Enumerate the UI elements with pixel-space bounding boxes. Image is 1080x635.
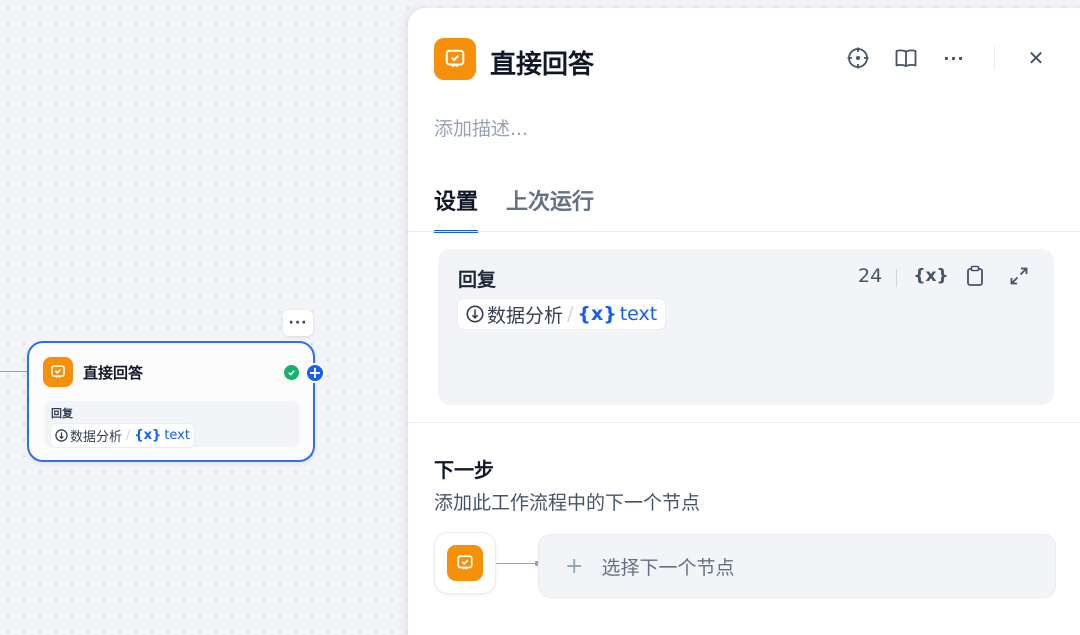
- more-icon[interactable]: ···: [940, 44, 968, 72]
- node-header: 直接回答: [43, 357, 143, 387]
- node-settings-panel: 直接回答 ··· ✕ 添加描述... 设置 上次运行 回复 24 {x} 数据分…: [408, 8, 1080, 635]
- reply-chip-separator: /: [567, 303, 574, 325]
- tab-settings[interactable]: 设置: [434, 184, 479, 233]
- answer-node-icon: [447, 545, 483, 581]
- code-node-icon: [466, 305, 484, 323]
- next-step-description: 添加此工作流程中的下一个节点: [434, 492, 701, 514]
- answer-node[interactable]: 直接回答 + 回复 数据分析 / {x} text: [27, 341, 325, 462]
- reply-chip-source: 数据分析: [487, 304, 564, 327]
- close-icon[interactable]: ✕: [1022, 44, 1050, 72]
- more-label: ···: [943, 48, 965, 68]
- next-step-title: 下一步: [434, 458, 494, 482]
- locate-icon[interactable]: [844, 44, 872, 72]
- answer-node-icon: [43, 357, 73, 387]
- node-more-button[interactable]: ···: [283, 310, 313, 336]
- variable-icon: {x}: [577, 303, 617, 325]
- variable-icon: {x}: [134, 428, 162, 443]
- copy-icon[interactable]: [960, 261, 990, 291]
- node-chip-variable: text: [164, 428, 190, 443]
- insert-variable-button[interactable]: {x}: [913, 261, 949, 291]
- reply-toolbar-divider: [896, 269, 897, 287]
- reply-variable-chip[interactable]: 数据分析 / {x} text: [458, 299, 666, 329]
- panel-answer-icon: [434, 38, 476, 80]
- node-reply-label: 回复: [51, 407, 73, 420]
- tab-last-run[interactable]: 上次运行: [506, 184, 594, 233]
- description-input[interactable]: 添加描述...: [434, 114, 528, 141]
- panel-title[interactable]: 直接回答: [490, 44, 594, 81]
- reply-editor[interactable]: 回复 24 {x} 数据分析 / {x} text: [438, 249, 1054, 405]
- toolbar-divider: [994, 46, 995, 70]
- tabs-divider: [408, 231, 1080, 232]
- char-count: 24: [858, 265, 883, 287]
- reply-label: 回复: [458, 269, 497, 291]
- variable-icon: {x}: [913, 266, 949, 286]
- incoming-edge: [0, 371, 27, 372]
- add-next-node-button[interactable]: +: [305, 363, 325, 383]
- plus-icon: +: [565, 553, 584, 579]
- current-node-thumbnail: [434, 532, 496, 594]
- close-label: ✕: [1027, 46, 1045, 70]
- expand-icon[interactable]: [1004, 261, 1034, 291]
- docs-icon[interactable]: [892, 44, 920, 72]
- node-title: 直接回答: [83, 363, 144, 382]
- section-divider: [408, 422, 1080, 423]
- success-check-icon: [284, 365, 299, 380]
- code-node-icon: [55, 429, 68, 442]
- node-more-label: ···: [288, 315, 308, 331]
- add-next-node-label: +: [308, 363, 322, 382]
- node-chip-separator: /: [126, 428, 131, 443]
- node-variable-chip: 数据分析 / {x} text: [51, 424, 194, 447]
- panel-tabs: 设置 上次运行: [434, 184, 622, 233]
- node-chip-source: 数据分析: [70, 430, 123, 445]
- reply-chip-variable: text: [619, 303, 658, 325]
- select-next-node-button[interactable]: + 选择下一个节点: [538, 534, 1056, 598]
- select-next-node-label: 选择下一个节点: [601, 556, 735, 579]
- next-step-connector: [496, 561, 540, 566]
- node-reply-preview: 回复 数据分析 / {x} text: [45, 401, 299, 447]
